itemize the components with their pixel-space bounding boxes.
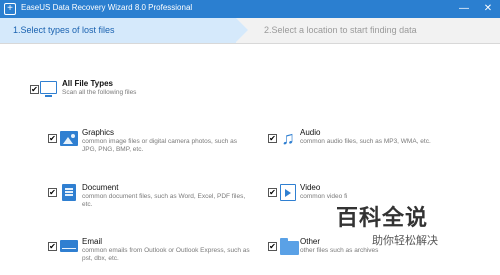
app-icon: + [4, 3, 16, 15]
graphics-desc-line2: JPG, PNG, BMP, etc. [82, 146, 144, 153]
minimize-button[interactable]: — [455, 0, 473, 18]
email-desc-line1: common emails from Outlook or Outlook Ex… [82, 247, 250, 254]
audio-desc: common audio files, such as MP3, WMA, et… [300, 138, 431, 145]
audio-checkbox[interactable]: ✔ [268, 134, 277, 143]
watermark-sub-text: 助你轻松解决 [372, 235, 438, 247]
image-icon [60, 131, 78, 146]
video-icon [280, 184, 296, 201]
graphics-title: Graphics [82, 128, 115, 137]
email-title: Email [82, 237, 103, 246]
document-icon [62, 184, 76, 201]
step-1-label: 1.Select types of lost files [13, 25, 115, 35]
all-file-types-desc: Scan all the following files [62, 89, 137, 96]
monitor-icon [40, 81, 57, 97]
other-title: Other [300, 237, 321, 246]
graphics-checkbox[interactable]: ✔ [48, 134, 57, 143]
audio-title: Audio [300, 128, 321, 137]
close-button[interactable]: ✕ [479, 0, 497, 18]
folder-icon [280, 238, 299, 255]
envelope-icon [60, 240, 78, 252]
title-bar: + EaseUS Data Recovery Wizard 8.0 Profes… [0, 0, 500, 18]
document-desc-line2: etc. [82, 201, 93, 208]
document-checkbox[interactable]: ✔ [48, 188, 57, 197]
step-arrow [236, 18, 248, 42]
graphics-desc-line1: common image files or digital camera pho… [82, 138, 237, 145]
email-checkbox[interactable]: ✔ [48, 242, 57, 251]
all-file-types-title: All File Types [62, 79, 113, 88]
email-desc-line2: pst, dbx, etc. [82, 255, 119, 262]
watermark-main-text: 百科全说 [336, 205, 429, 230]
window-title: EaseUS Data Recovery Wizard 8.0 Professi… [21, 3, 193, 12]
document-desc-line1: common document files, such as Word, Exc… [82, 193, 246, 200]
document-title: Document [82, 183, 119, 192]
other-desc: other files such as archives [300, 247, 379, 254]
step-2-label[interactable]: 2.Select a location to start finding dat… [264, 25, 417, 35]
other-checkbox[interactable]: ✔ [268, 242, 277, 251]
step-bar: 1.Select types of lost files 2.Select a … [0, 18, 500, 44]
music-note-icon: ♫ [281, 128, 295, 148]
video-title: Video [300, 183, 321, 192]
video-checkbox[interactable]: ✔ [268, 188, 277, 197]
all-file-types-checkbox[interactable]: ✔ [30, 85, 39, 94]
